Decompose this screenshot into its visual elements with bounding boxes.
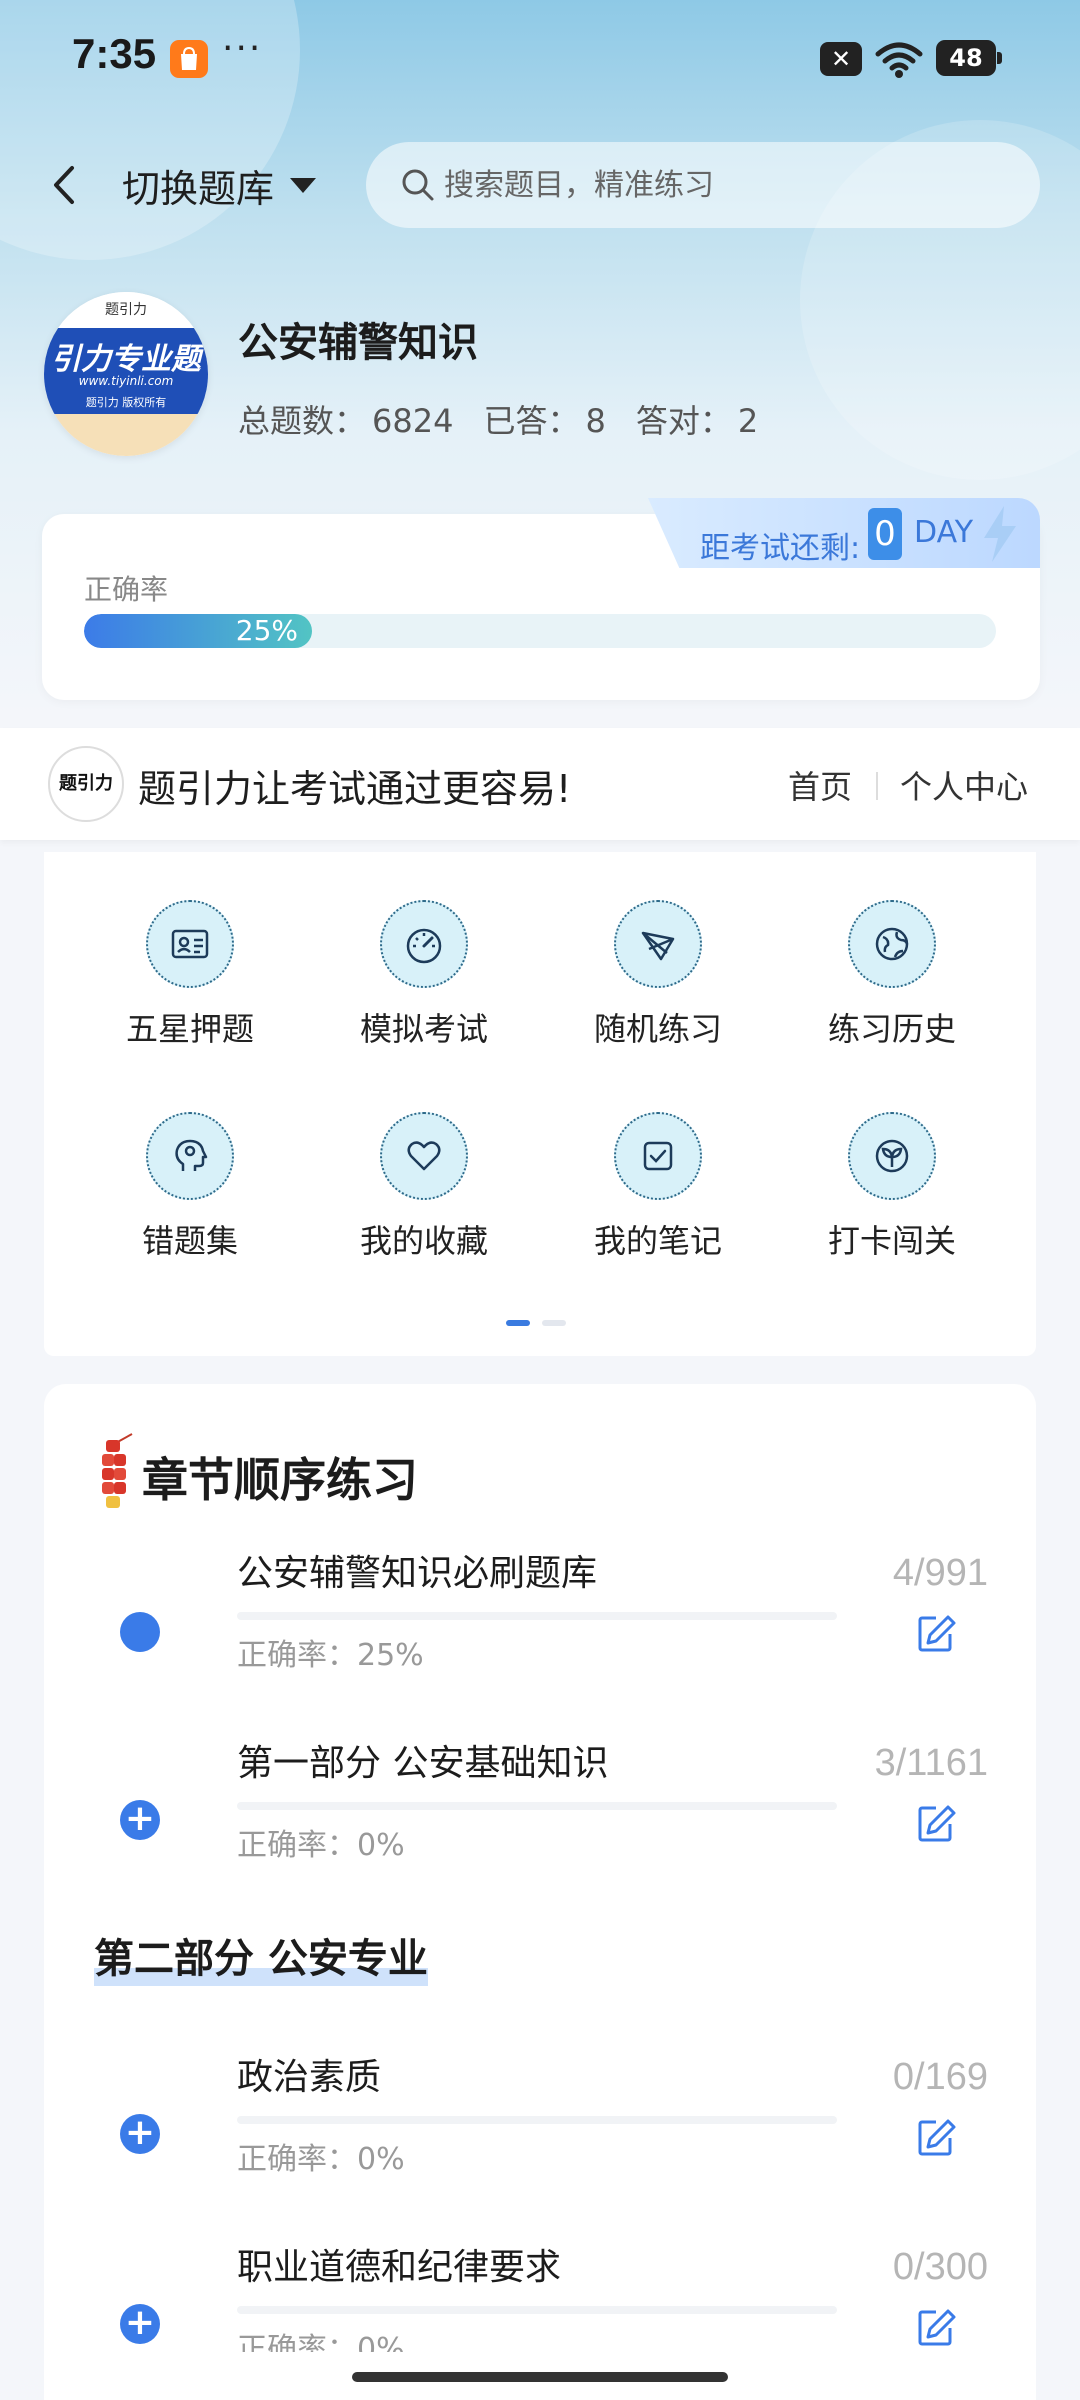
feature-wrong-answers[interactable]: 错题集 xyxy=(90,1112,290,1272)
feature-label: 随机练习 xyxy=(593,1010,722,1048)
logo-brand: 题引力 xyxy=(44,292,208,328)
caret-down-icon xyxy=(290,178,317,193)
expand-plus-icon[interactable]: + xyxy=(120,2114,160,2154)
progress-dot-icon xyxy=(120,1612,160,1652)
logo-title: 引力专业题 xyxy=(51,342,201,377)
firecracker-icon xyxy=(102,1433,133,1508)
stat-correct: 答对： 2 xyxy=(635,402,759,440)
chapter-row-title: 职业道德和纪律要求 xyxy=(237,2247,562,2288)
chapter-row-count: 0/169 xyxy=(892,2056,988,2098)
feature-label: 我的收藏 xyxy=(359,1222,488,1260)
chapter-row-count: 4/991 xyxy=(892,1552,988,1594)
edit-icon[interactable] xyxy=(914,1612,958,1656)
feature-label: 打卡闯关 xyxy=(827,1222,956,1260)
chapter-section-title: 章节顺序练习 xyxy=(142,1453,418,1507)
feature-mock-exam[interactable]: 模拟考试 xyxy=(324,900,524,1060)
bank-title: 公安辅警知识 xyxy=(238,320,478,366)
feature-label: 错题集 xyxy=(141,1222,238,1260)
accuracy-progress-fill: 25% xyxy=(84,614,312,648)
chapter-row-count: 0/300 xyxy=(892,2246,988,2288)
feature-five-star[interactable]: 五星押题 xyxy=(90,900,290,1060)
stat-total: 总题数： 6824 xyxy=(238,402,454,440)
feature-notes[interactable]: 我的笔记 xyxy=(558,1112,758,1272)
feature-random-practice[interactable]: 随机练习 xyxy=(558,900,758,1060)
chapter-row-accuracy: 正确率：0% xyxy=(237,2332,405,2352)
heart-icon xyxy=(380,1112,468,1200)
speedometer-icon xyxy=(380,900,468,988)
battery-icon: 48 xyxy=(936,40,1002,76)
feature-favorites[interactable]: 我的收藏 xyxy=(324,1112,524,1272)
promo-bar: 题引力 题引力让考试通过更容易! 首页 个人中心 xyxy=(0,728,1080,840)
edit-icon[interactable] xyxy=(914,2116,958,2160)
bank-stats: 总题数： 6824 已答： 8 答对： 2 xyxy=(238,396,758,442)
chapter-row-title: 政治素质 xyxy=(237,2057,382,2098)
chevron-left-icon xyxy=(54,166,74,204)
expand-plus-icon[interactable]: + xyxy=(120,1800,160,1840)
logo-url: www.tiyinli.com xyxy=(78,374,174,388)
shopping-bag-icon xyxy=(170,40,208,78)
wifi-icon xyxy=(874,40,924,80)
divider xyxy=(876,772,878,800)
chapter-row-accuracy: 正确率：25% xyxy=(237,1638,424,1673)
feature-label: 五星押题 xyxy=(125,1010,254,1048)
features-grid: 五星押题 模拟考试 随机练习 练习历史 错题集 我的收藏 我的笔记 打卡闯关 xyxy=(44,852,1036,1356)
more-notifications-icon: ··· xyxy=(222,28,263,69)
page-dot-active xyxy=(506,1320,530,1326)
chapter-row-progress xyxy=(237,1802,837,1810)
logo-copyright: 题引力 版权所有 xyxy=(85,396,167,409)
chapter-row-progress xyxy=(237,2306,837,2314)
back-button[interactable] xyxy=(40,160,90,210)
chapter-row-title: 公安辅警知识必刷题库 xyxy=(237,1553,598,1594)
section-heading: 第二部分 公安专业 xyxy=(94,1926,428,1986)
chapter-row-count: 3/1161 xyxy=(874,1742,988,1784)
countdown-unit: DAY xyxy=(914,515,974,550)
search-bar[interactable] xyxy=(366,142,1040,228)
accuracy-label: 正确率 xyxy=(84,573,169,606)
countdown-label: 距考试还剩: xyxy=(700,531,861,566)
bank-logo: 题引力 引力专业题 www.tiyinli.com 题引力 版权所有 xyxy=(44,292,208,456)
note-check-icon xyxy=(614,1112,702,1200)
home-link[interactable]: 首页 xyxy=(788,762,852,808)
home-indicator[interactable] xyxy=(352,2372,728,2382)
search-input[interactable] xyxy=(444,167,1004,203)
status-bar: 7:35 ··· ✕ 48 xyxy=(0,0,1080,120)
close-icon: ✕ xyxy=(820,42,862,76)
switch-bank-label: 切换题库 xyxy=(122,167,275,211)
chapter-row[interactable]: + 第一部分 公安基础知识 正确率：0% 3/1161 xyxy=(44,1724,1036,1894)
promo-slogan: 题引力让考试通过更容易! xyxy=(138,767,572,811)
status-time: 7:35 xyxy=(72,30,157,77)
chapter-row-title: 第一部分 公安基础知识 xyxy=(237,1743,609,1784)
edit-icon[interactable] xyxy=(914,1802,958,1846)
countdown-value: 0 xyxy=(868,508,902,560)
chapter-row-progress xyxy=(237,1612,837,1620)
chapter-row[interactable]: 公安辅警知识必刷题库 正确率：25% 4/991 xyxy=(44,1534,1036,1704)
profile-link[interactable]: 个人中心 xyxy=(900,762,1028,808)
chapter-row-progress xyxy=(237,2116,837,2124)
sprout-icon xyxy=(848,1112,936,1200)
search-icon xyxy=(402,169,434,201)
feature-practice-history[interactable]: 练习历史 xyxy=(792,900,992,1060)
promo-logo: 题引力 xyxy=(48,746,124,822)
shuffle-icon xyxy=(614,900,702,988)
feature-label: 我的笔记 xyxy=(593,1222,722,1260)
chapter-row-accuracy: 正确率：0% xyxy=(237,1828,405,1863)
lightning-icon xyxy=(984,506,1016,562)
edit-icon[interactable] xyxy=(914,2306,958,2350)
chapter-practice-card: 章节顺序练习 公安辅警知识必刷题库 正确率：25% 4/991 + 第一部分 公… xyxy=(44,1384,1036,2400)
feature-checkin[interactable]: 打卡闯关 xyxy=(792,1112,992,1272)
globe-icon xyxy=(848,900,936,988)
expand-plus-icon[interactable]: + xyxy=(120,2304,160,2344)
head-icon xyxy=(146,1112,234,1200)
id-card-icon xyxy=(146,900,234,988)
chapter-row[interactable]: + 政治素质 正确率：0% 0/169 xyxy=(44,2038,1036,2208)
stat-answered: 已答： 8 xyxy=(483,402,606,440)
chapter-row-accuracy: 正确率：0% xyxy=(237,2142,405,2177)
feature-label: 练习历史 xyxy=(827,1010,956,1048)
accuracy-progress-bar: 25% xyxy=(84,614,996,648)
page-dot xyxy=(542,1320,566,1326)
switch-bank-button[interactable]: 切换题库 xyxy=(122,158,317,213)
page-indicator xyxy=(506,1320,566,1326)
feature-label: 模拟考试 xyxy=(359,1010,488,1048)
